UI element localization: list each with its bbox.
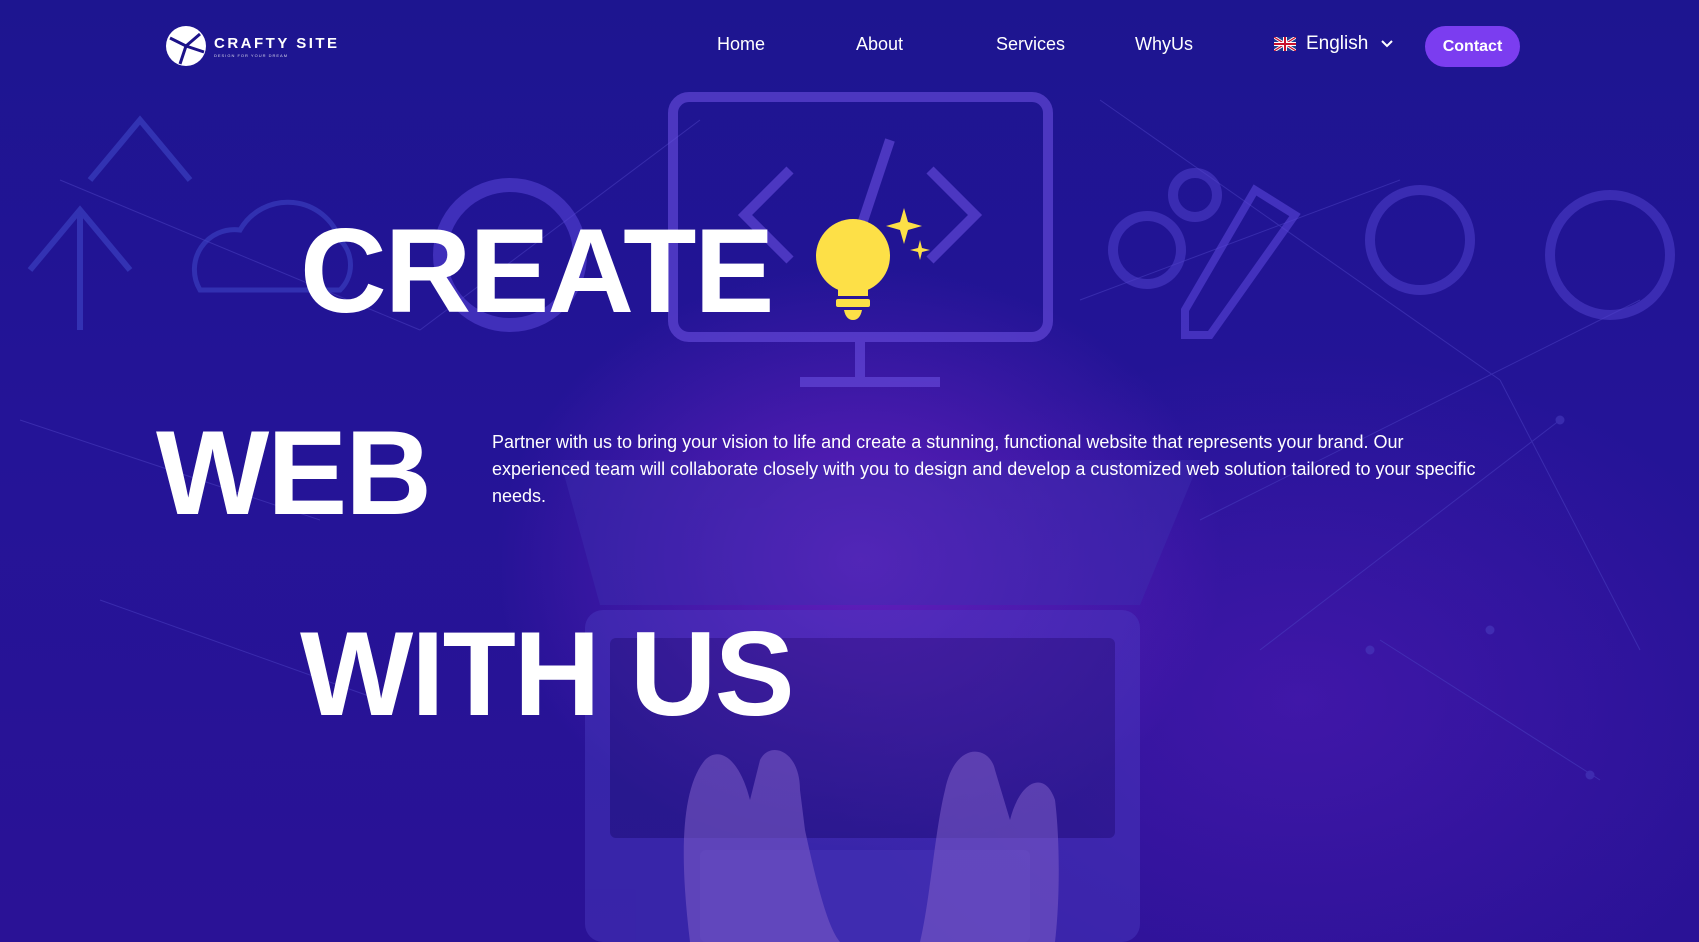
nav-link-home[interactable]: Home bbox=[717, 34, 765, 55]
hero-heading-line-1: CREATE bbox=[300, 204, 774, 338]
top-navigation: CRAFTY SITE DESIGN FOR YOUR DREAM Home A… bbox=[0, 0, 1699, 92]
contact-button[interactable]: Contact bbox=[1425, 26, 1520, 67]
chevron-down-icon bbox=[1381, 40, 1394, 48]
hero-description: Partner with us to bring your vision to … bbox=[492, 432, 1476, 506]
uk-flag-icon bbox=[1274, 37, 1296, 51]
brand-logo[interactable]: CRAFTY SITE DESIGN FOR YOUR DREAM bbox=[164, 24, 340, 68]
nav-link-whyus[interactable]: WhyUs bbox=[1135, 34, 1193, 55]
nav-link-services[interactable]: Services bbox=[996, 34, 1065, 55]
brand-tagline: DESIGN FOR YOUR DREAM bbox=[214, 52, 289, 58]
globe-logo-icon bbox=[166, 26, 206, 66]
nav-link-about[interactable]: About bbox=[856, 34, 903, 55]
hero-heading-line-3: WITH US bbox=[300, 607, 795, 741]
language-label: English bbox=[1306, 33, 1369, 54]
lightbulb-icon bbox=[816, 208, 930, 320]
brand-name: CRAFTY SITE bbox=[214, 34, 340, 52]
brand-text: CRAFTY SITE DESIGN FOR YOUR DREAM bbox=[214, 35, 340, 58]
hero-heading-line-2: WEB bbox=[156, 406, 432, 540]
language-selector[interactable]: English bbox=[1274, 33, 1394, 55]
